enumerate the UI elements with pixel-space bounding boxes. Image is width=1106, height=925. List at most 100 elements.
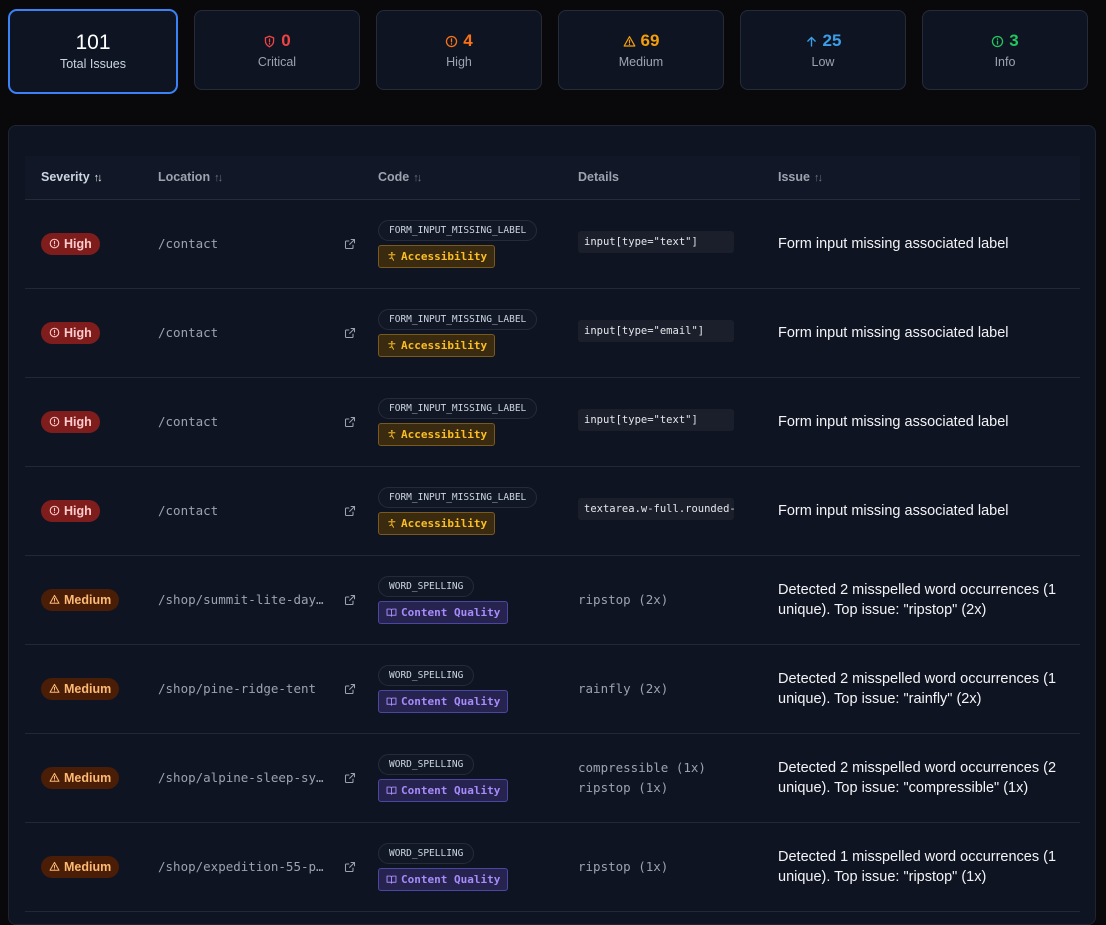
code-badge: FORM_INPUT_MISSING_LABEL: [378, 308, 538, 330]
issue-cell: Form input missing associated label: [778, 502, 1009, 519]
low-card[interactable]: 25 Low: [740, 10, 906, 90]
issue-cell: Form input missing associated label: [778, 413, 1009, 430]
medium-count-row: 69: [623, 31, 660, 51]
details-cell: compressible (1x) ripstop (1x): [562, 733, 762, 822]
location-path[interactable]: /shop/expedition-55-pa…: [158, 859, 326, 874]
severity-cell: High: [25, 377, 142, 466]
issue-cell: Detected 2 misspelled word occurrences (…: [778, 581, 1057, 618]
alert-circle-icon: [49, 416, 60, 427]
category-badge: Accessibility: [378, 422, 496, 446]
info-card[interactable]: 3 Info: [922, 10, 1088, 90]
medium-card[interactable]: 69 Medium: [558, 10, 724, 90]
location-path[interactable]: /contact: [158, 414, 218, 429]
category-label: Content Quality: [401, 783, 501, 797]
table-row[interactable]: High/contact FORM_INPUT_MISSING_LABEL Acce…: [25, 377, 1080, 466]
sort-icon[interactable]: ↑↓: [94, 172, 103, 184]
critical-card[interactable]: 0 Critical: [194, 10, 360, 90]
location-path[interactable]: /shop/summit-lite-dayp…: [158, 592, 326, 607]
external-link-icon[interactable]: [344, 861, 356, 873]
severity-label: Medium: [64, 681, 112, 696]
details-header-label: Details: [578, 170, 619, 185]
severity-label: High: [64, 236, 92, 251]
external-link-icon[interactable]: [344, 327, 356, 339]
info-label: Info: [994, 55, 1016, 69]
severity-cell: Medium: [25, 555, 142, 644]
total-issues-label: Total Issues: [59, 56, 126, 71]
high-card[interactable]: 4 High: [376, 10, 542, 90]
severity-badge: Medium: [41, 766, 120, 789]
warning-triangle-icon: [49, 594, 60, 604]
issue-cell: Form input missing associated label: [778, 235, 1009, 252]
category-badge: Accessibility: [378, 333, 496, 357]
details-column-header: Details: [562, 156, 762, 200]
code-cell: WORD_SPELLING Content Quality: [362, 555, 562, 644]
external-link-icon[interactable]: [344, 416, 356, 428]
details-cell: input[type="text"]: [562, 377, 762, 466]
table-row[interactable]: Medium/shop/pine-ridge-tent WORD_SPELLING…: [25, 644, 1080, 733]
sort-icon[interactable]: ↑↓: [814, 172, 823, 184]
details-text: ripstop (1x): [578, 858, 669, 874]
arrow-up-icon: [806, 36, 816, 47]
table-header-row: Severity ↑↓ Location ↑↓ Code ↑↓ Details Iss…: [25, 156, 1080, 200]
external-link-icon[interactable]: [344, 683, 356, 695]
table-row[interactable]: Medium/shop/expedition-55-pa… WORD_SPELLI…: [25, 822, 1080, 911]
critical-count-row: 0: [263, 31, 291, 51]
code-cell: FORM_INPUT_MISSING_LABEL Accessibility: [362, 288, 562, 377]
sort-icon[interactable]: ↑↓: [214, 172, 223, 184]
category-label: Accessibility: [401, 516, 488, 530]
warning-triangle-icon: [623, 35, 635, 47]
location-column-header[interactable]: Location ↑↓: [142, 156, 362, 200]
issues-table: Severity ↑↓ Location ↑↓ Code ↑↓ Details Iss…: [25, 156, 1080, 912]
location-path[interactable]: /shop/pine-ridge-tent: [158, 681, 316, 696]
category-badge: Content Quality: [378, 689, 509, 713]
location-cell: /contact: [142, 377, 362, 466]
critical-count: 0: [281, 31, 291, 50]
location-path[interactable]: /contact: [158, 236, 218, 251]
issues-panel: Severity ↑↓ Location ↑↓ Code ↑↓ Details Iss…: [8, 125, 1096, 925]
location-cell: /contact: [142, 466, 362, 555]
category-label: Content Quality: [401, 605, 501, 619]
code-badge: WORD_SPELLING: [378, 664, 475, 686]
severity-label: High: [64, 414, 92, 429]
total-issues-card[interactable]: 101 Total Issues: [8, 9, 178, 94]
table-row[interactable]: Medium/shop/summit-lite-dayp… WORD_SPELLI…: [25, 555, 1080, 644]
severity-cell: Medium: [25, 822, 142, 911]
medium-count: 69: [640, 31, 660, 50]
sort-icon[interactable]: ↑↓: [413, 172, 422, 184]
alert-circle-icon: [49, 505, 60, 516]
severity-label: High: [64, 325, 92, 340]
alert-circle-icon: [446, 35, 458, 47]
location-path[interactable]: /shop/alpine-sleep-sys…: [158, 770, 326, 785]
code-badge: FORM_INPUT_MISSING_LABEL: [378, 219, 538, 241]
location-path[interactable]: /contact: [158, 325, 218, 340]
issue-cell: Detected 2 misspelled word occurrences (…: [778, 759, 1057, 796]
table-row[interactable]: Medium/shop/alpine-sleep-sys… WORD_SPELLI…: [25, 733, 1080, 822]
code-column-header[interactable]: Code ↑↓: [362, 156, 562, 200]
external-link-icon[interactable]: [344, 772, 356, 784]
table-row[interactable]: High/contact FORM_INPUT_MISSING_LABEL Acce…: [25, 199, 1080, 288]
location-cell: /contact: [142, 199, 362, 288]
severity-badge: High: [41, 499, 100, 522]
severity-column-header[interactable]: Severity ↑↓: [25, 156, 142, 200]
code-cell: WORD_SPELLING Content Quality: [362, 733, 562, 822]
location-cell: /shop/pine-ridge-tent: [142, 644, 362, 733]
details-text: ripstop (2x): [578, 591, 669, 607]
table-row[interactable]: High/contact FORM_INPUT_MISSING_LABEL Acce…: [25, 288, 1080, 377]
details-cell: input[type="text"]: [562, 199, 762, 288]
table-row[interactable]: High/contact FORM_INPUT_MISSING_LABEL Acce…: [25, 466, 1080, 555]
book-open-icon: [386, 608, 397, 617]
severity-cell: High: [25, 199, 142, 288]
category-label: Content Quality: [401, 872, 501, 886]
external-link-icon[interactable]: [344, 594, 356, 606]
high-label: High: [446, 55, 472, 69]
severity-cell: High: [25, 288, 142, 377]
location-path[interactable]: /contact: [158, 503, 218, 518]
severity-header-label: Severity: [41, 170, 90, 185]
category-badge: Content Quality: [378, 867, 509, 891]
details-cell: input[type="email"]: [562, 288, 762, 377]
issue-column-header[interactable]: Issue ↑↓: [762, 156, 1080, 200]
external-link-icon[interactable]: [344, 238, 356, 250]
external-link-icon[interactable]: [344, 505, 356, 517]
details-cell: rainfly (2x): [562, 644, 762, 733]
details-selector: textarea.w-full.rounded-md: [578, 498, 734, 520]
